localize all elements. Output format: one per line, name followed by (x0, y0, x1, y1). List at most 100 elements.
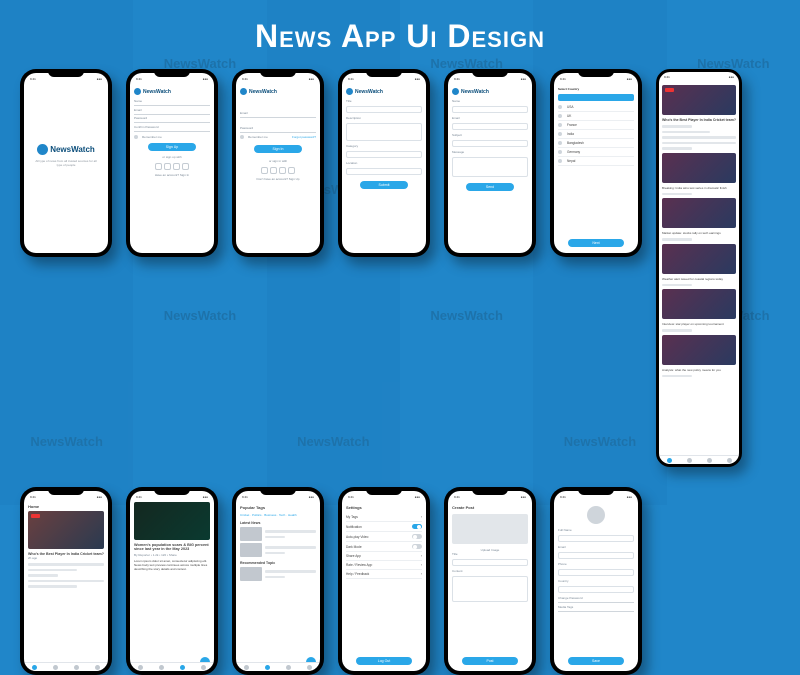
setting-row[interactable]: Rate / Review App› (346, 561, 422, 570)
screen-settings: 9:41●●● Settings My Tags› Notification A… (338, 487, 430, 675)
nav-search-icon[interactable] (687, 458, 692, 463)
desc-field[interactable] (346, 123, 422, 141)
news-card[interactable] (662, 244, 736, 274)
globe-icon (134, 88, 141, 95)
country-item[interactable]: Bangladesh (558, 139, 634, 148)
profile-name-field[interactable] (558, 535, 634, 542)
globe-icon (37, 144, 48, 155)
nav-bookmark-icon[interactable] (286, 665, 291, 670)
twitter-icon[interactable] (182, 163, 189, 170)
nav-profile-icon[interactable] (201, 665, 206, 670)
nav-profile-icon[interactable] (95, 665, 100, 670)
nav-profile-icon[interactable] (727, 458, 732, 463)
nav-home-icon[interactable] (244, 665, 249, 670)
setting-row[interactable]: Auto-play Video (346, 532, 422, 542)
subject-field[interactable] (452, 140, 528, 147)
article-hero (134, 502, 210, 540)
checkbox-icon[interactable] (240, 135, 244, 139)
google-icon[interactable] (270, 167, 277, 174)
nav-home-icon[interactable] (138, 665, 143, 670)
globe-icon (346, 88, 353, 95)
profile-phone-field[interactable] (558, 569, 634, 576)
tag-chip[interactable]: Tech (279, 513, 285, 517)
apple-icon[interactable] (173, 163, 180, 170)
thumbnail[interactable] (240, 543, 262, 557)
country-item[interactable]: France (558, 121, 634, 130)
screen-countries: 9:41●●● Select Country USA UK France Ind… (550, 69, 642, 257)
nav-search-icon[interactable] (159, 665, 164, 670)
globe-icon (240, 88, 247, 95)
thumbnail[interactable] (240, 567, 262, 581)
logout-button[interactable]: Log Out (356, 657, 412, 665)
submit-button[interactable]: Submit (360, 181, 408, 189)
forgot-link[interactable]: Forgot password? (292, 135, 316, 139)
nav-home-icon[interactable] (667, 458, 672, 463)
nav-bookmark-icon[interactable] (707, 458, 712, 463)
tag-chip[interactable]: Health (288, 513, 297, 517)
toggle[interactable] (412, 524, 422, 529)
setting-row[interactable]: My Tags› (346, 513, 422, 522)
nav-profile-icon[interactable] (307, 665, 312, 670)
nav-search-icon[interactable] (53, 665, 58, 670)
news-card[interactable] (662, 153, 736, 183)
hero-image[interactable] (28, 511, 104, 549)
screen-article: 9:41●●● Women's population soars & BIG p… (126, 487, 218, 675)
country-item[interactable]: India (558, 130, 634, 139)
profile-country-field[interactable] (558, 586, 634, 593)
news-card[interactable] (662, 335, 736, 365)
setting-row[interactable]: Share App› (346, 552, 422, 561)
signin-button[interactable]: Sign In (254, 145, 302, 153)
toggle[interactable] (412, 534, 422, 539)
bottom-nav (659, 455, 739, 464)
search-input[interactable] (558, 94, 634, 101)
signup-button[interactable]: Sign Up (148, 143, 196, 151)
setting-row[interactable]: Dark Mode (346, 542, 422, 552)
toggle[interactable] (412, 544, 422, 549)
nav-search-icon[interactable] (265, 665, 270, 670)
next-button[interactable]: Next (568, 239, 624, 247)
news-card[interactable] (662, 198, 736, 228)
email-field[interactable] (452, 123, 528, 130)
setting-row[interactable]: Help / Feedback› (346, 570, 422, 579)
live-badge (665, 88, 674, 92)
setting-row[interactable]: Notification (346, 522, 422, 532)
nav-home-icon[interactable] (32, 665, 37, 670)
profile-email-field[interactable] (558, 552, 634, 559)
post-content-field[interactable] (452, 576, 528, 602)
post-button[interactable]: Post (462, 657, 518, 665)
twitter-icon[interactable] (288, 167, 295, 174)
globe-icon (452, 88, 459, 95)
tag-chip[interactable]: Business (264, 513, 276, 517)
post-title-field[interactable] (452, 559, 528, 566)
screen-contact: 9:41●●● NewsWatch Name Email Subject Mes… (444, 69, 536, 257)
upload-area[interactable] (452, 514, 528, 544)
name-field[interactable] (452, 106, 528, 113)
loc-field[interactable] (346, 168, 422, 175)
facebook-icon[interactable] (261, 167, 268, 174)
tag-chip[interactable]: Politics (252, 513, 262, 517)
google-icon[interactable] (164, 163, 171, 170)
checkbox-icon[interactable] (134, 135, 138, 139)
message-field[interactable] (452, 157, 528, 177)
country-item[interactable]: UK (558, 112, 634, 121)
save-button[interactable]: Save (568, 657, 624, 665)
send-button[interactable]: Send (466, 183, 514, 191)
avatar[interactable] (587, 506, 605, 524)
country-item[interactable]: USA (558, 103, 634, 112)
nav-bookmark-icon[interactable] (74, 665, 79, 670)
nav-bookmark-icon[interactable] (180, 665, 185, 670)
screen-signin: 9:41●●● NewsWatch Email Password Remembe… (232, 69, 324, 257)
screen-signup: 9:41●●● NewsWatch Name Email Password Co… (126, 69, 218, 257)
country-item[interactable]: Nepal (558, 157, 634, 166)
facebook-icon[interactable] (155, 163, 162, 170)
news-card[interactable] (662, 289, 736, 319)
screen-report: 9:41●●● NewsWatch Title Description Cate… (338, 69, 430, 257)
cat-field[interactable] (346, 151, 422, 158)
tag-chip[interactable]: Cricket (240, 513, 249, 517)
thumbnail[interactable] (240, 527, 262, 541)
country-item[interactable]: Germany (558, 148, 634, 157)
hero-image[interactable] (662, 85, 736, 115)
apple-icon[interactable] (279, 167, 286, 174)
chevron-right-icon: › (421, 563, 422, 567)
title-field[interactable] (346, 106, 422, 113)
